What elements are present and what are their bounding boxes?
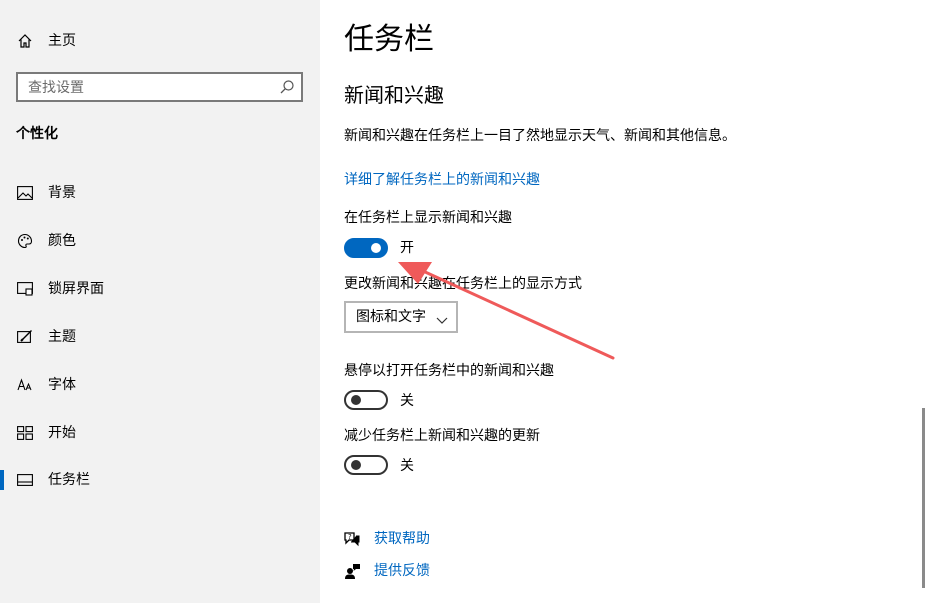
- toggle-knob: [351, 395, 361, 405]
- sidebar-item-label: 任务栏: [48, 472, 90, 488]
- show-news-label: 在任务栏上显示新闻和兴趣: [344, 210, 512, 226]
- section-description: 新闻和兴趣在任务栏上一目了然地显示天气、新闻和其他信息。: [344, 128, 736, 144]
- font-icon: [16, 376, 34, 394]
- search-icon[interactable]: [279, 79, 295, 95]
- search-input[interactable]: 查找设置: [16, 72, 303, 102]
- display-mode-dropdown[interactable]: 图标和文字: [344, 301, 458, 333]
- palette-icon: [16, 232, 34, 250]
- hover-open-state: 关: [400, 393, 414, 409]
- scrollbar[interactable]: [922, 408, 925, 588]
- picture-icon: [16, 184, 34, 202]
- section-title: 个性化: [16, 126, 58, 142]
- sidebar-item-home[interactable]: 主页: [0, 21, 320, 61]
- reduce-updates-label: 减少任务栏上新闻和兴趣的更新: [344, 428, 540, 444]
- chevron-down-icon: [436, 311, 448, 324]
- sidebar-item-start[interactable]: 开始: [0, 413, 320, 453]
- sidebar-item-label: 主页: [48, 33, 76, 49]
- hover-open-label: 悬停以打开任务栏中的新闻和兴趣: [344, 363, 554, 379]
- theme-brush-icon: [16, 328, 34, 346]
- section-heading: 新闻和兴趣: [344, 83, 444, 107]
- reduce-updates-state: 关: [400, 458, 414, 474]
- search-placeholder: 查找设置: [28, 80, 84, 96]
- sidebar-item-label: 锁屏界面: [48, 281, 104, 297]
- sidebar-item-background[interactable]: 背景: [0, 173, 320, 213]
- get-help-label: 获取帮助: [374, 531, 430, 547]
- sidebar-item-label: 字体: [48, 377, 76, 393]
- sidebar-item-fonts[interactable]: 字体: [0, 365, 320, 405]
- svg-text:?: ?: [348, 533, 352, 541]
- toggle-knob: [351, 460, 361, 470]
- get-help-link[interactable]: ? 获取帮助: [342, 529, 430, 549]
- taskbar-icon: [16, 471, 34, 489]
- feedback-person-icon: [342, 561, 362, 581]
- sidebar-item-colors[interactable]: 颜色: [0, 221, 320, 261]
- reduce-updates-toggle[interactable]: [344, 455, 388, 475]
- help-chat-icon: ?: [342, 529, 362, 549]
- lock-screen-icon: [16, 280, 34, 298]
- sidebar-item-themes[interactable]: 主题: [0, 317, 320, 357]
- start-grid-icon: [16, 424, 34, 442]
- sidebar-item-label: 开始: [48, 425, 76, 441]
- main-content: 任务栏 新闻和兴趣 新闻和兴趣在任务栏上一目了然地显示天气、新闻和其他信息。 详…: [320, 0, 928, 603]
- learn-more-link[interactable]: 详细了解任务栏上的新闻和兴趣: [344, 171, 540, 189]
- display-mode-label: 更改新闻和兴趣在任务栏上的显示方式: [344, 276, 582, 292]
- sidebar-item-label: 主题: [48, 329, 76, 345]
- sidebar-item-label: 背景: [48, 185, 76, 201]
- page-title: 任务栏: [344, 22, 434, 57]
- hover-open-toggle[interactable]: [344, 390, 388, 410]
- give-feedback-label: 提供反馈: [374, 563, 430, 579]
- give-feedback-link[interactable]: 提供反馈: [342, 561, 430, 581]
- show-news-state: 开: [400, 240, 414, 256]
- dropdown-value: 图标和文字: [356, 309, 426, 325]
- home-icon: [16, 32, 34, 50]
- sidebar: 主页 查找设置 个性化 背景 颜色 锁屏界面 主题 字体 开始 任务栏: [0, 0, 320, 603]
- toggle-knob: [371, 243, 381, 253]
- sidebar-item-label: 颜色: [48, 233, 76, 249]
- show-news-toggle[interactable]: [344, 238, 388, 258]
- sidebar-item-taskbar[interactable]: 任务栏: [0, 460, 320, 500]
- sidebar-item-lock-screen[interactable]: 锁屏界面: [0, 269, 320, 309]
